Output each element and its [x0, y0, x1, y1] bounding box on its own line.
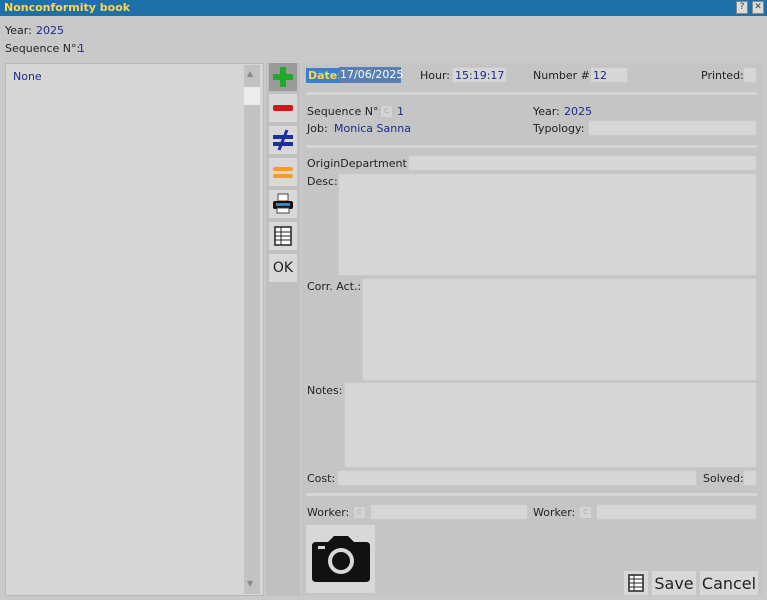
- number-field[interactable]: 12: [590, 67, 628, 83]
- window-title: Nonconformity book: [4, 1, 131, 14]
- detail-form: Date: 17/06/2025 Hour: 15:19:17 Number #…: [302, 63, 763, 596]
- solved-checkbox[interactable]: [743, 470, 757, 486]
- close-button[interactable]: ✕: [752, 1, 764, 14]
- ok-label: OK: [272, 260, 294, 276]
- sequence-label: Sequence N°:: [307, 105, 383, 118]
- worker1-field[interactable]: [370, 504, 528, 520]
- cancel-button[interactable]: Cancel: [700, 571, 758, 595]
- minus-icon: [273, 105, 293, 111]
- table-button[interactable]: [269, 222, 297, 250]
- diff-button[interactable]: [269, 126, 297, 154]
- job-value: Monica Sanna: [334, 122, 411, 135]
- header-sequence-label: Sequence N°:: [5, 42, 81, 55]
- notes-textarea[interactable]: [344, 382, 757, 468]
- header-year-label: Year:: [5, 24, 32, 37]
- table-view-button[interactable]: [624, 571, 648, 595]
- scroll-up-icon[interactable]: ▲: [247, 69, 253, 78]
- cost-label: Cost:: [307, 472, 336, 485]
- origin-department-field[interactable]: [408, 155, 757, 171]
- header-sequence-value: 1: [78, 42, 85, 55]
- typology-label: Typology:: [533, 122, 585, 135]
- record-list[interactable]: None: [5, 63, 264, 596]
- camera-icon: [311, 536, 370, 582]
- printed-label: Printed:: [701, 69, 744, 82]
- print-button[interactable]: [269, 190, 297, 218]
- year-value: 2025: [564, 105, 592, 118]
- equal-button[interactable]: [269, 158, 297, 186]
- add-button[interactable]: [269, 63, 297, 91]
- sequence-lookup-button[interactable]: C: [380, 105, 393, 118]
- worker2-field[interactable]: [596, 504, 757, 520]
- divider: [306, 145, 757, 148]
- cost-field[interactable]: [337, 470, 697, 486]
- divider: [306, 493, 757, 496]
- printed-checkbox[interactable]: [743, 67, 757, 83]
- date-field[interactable]: 17/06/2025: [339, 67, 403, 83]
- help-button[interactable]: ?: [736, 1, 748, 14]
- desc-textarea[interactable]: [338, 173, 757, 276]
- printer-icon: [273, 193, 293, 214]
- hour-field[interactable]: 15:19:17: [452, 67, 507, 83]
- divider: [306, 92, 757, 95]
- typology-field[interactable]: [588, 120, 757, 136]
- corr-act-label: Corr. Act.:: [307, 280, 362, 293]
- title-bar: Nonconformity book ? ✕: [0, 0, 767, 16]
- equal-icon: [273, 167, 293, 178]
- table-icon: [274, 226, 292, 246]
- plus-icon: [273, 67, 293, 87]
- list-scrollbar[interactable]: ▲ ▼: [244, 65, 260, 594]
- list-item[interactable]: None: [13, 70, 42, 83]
- worker1-lookup-button[interactable]: C: [353, 506, 366, 519]
- origin-department-label: OriginDepartment:: [307, 157, 411, 170]
- number-label: Number #:: [533, 69, 594, 82]
- cancel-label: Cancel: [701, 573, 757, 593]
- photo-button[interactable]: [306, 525, 375, 593]
- worker1-label: Worker:: [307, 506, 350, 519]
- save-label: Save: [654, 573, 694, 593]
- worker2-label: Worker:: [533, 506, 576, 519]
- header-year-value: 2025: [36, 24, 64, 37]
- worker2-lookup-button[interactable]: C: [579, 506, 592, 519]
- year-label: Year:: [533, 105, 560, 118]
- not-equal-icon: [273, 129, 293, 151]
- table-icon: [628, 574, 644, 592]
- solved-label: Solved:: [703, 472, 744, 485]
- side-toolbar: OK: [266, 63, 300, 596]
- hour-label: Hour:: [420, 69, 451, 82]
- save-button[interactable]: Save: [652, 571, 696, 595]
- scroll-down-icon[interactable]: ▼: [247, 579, 253, 588]
- delete-button[interactable]: [269, 94, 297, 122]
- notes-label: Notes:: [307, 384, 343, 397]
- corr-act-textarea[interactable]: [362, 278, 757, 381]
- ok-button[interactable]: OK: [269, 254, 297, 282]
- scroll-thumb[interactable]: [244, 87, 260, 105]
- job-label: Job:: [307, 122, 328, 135]
- desc-label: Desc:: [307, 175, 338, 188]
- sequence-value: 1: [397, 105, 404, 118]
